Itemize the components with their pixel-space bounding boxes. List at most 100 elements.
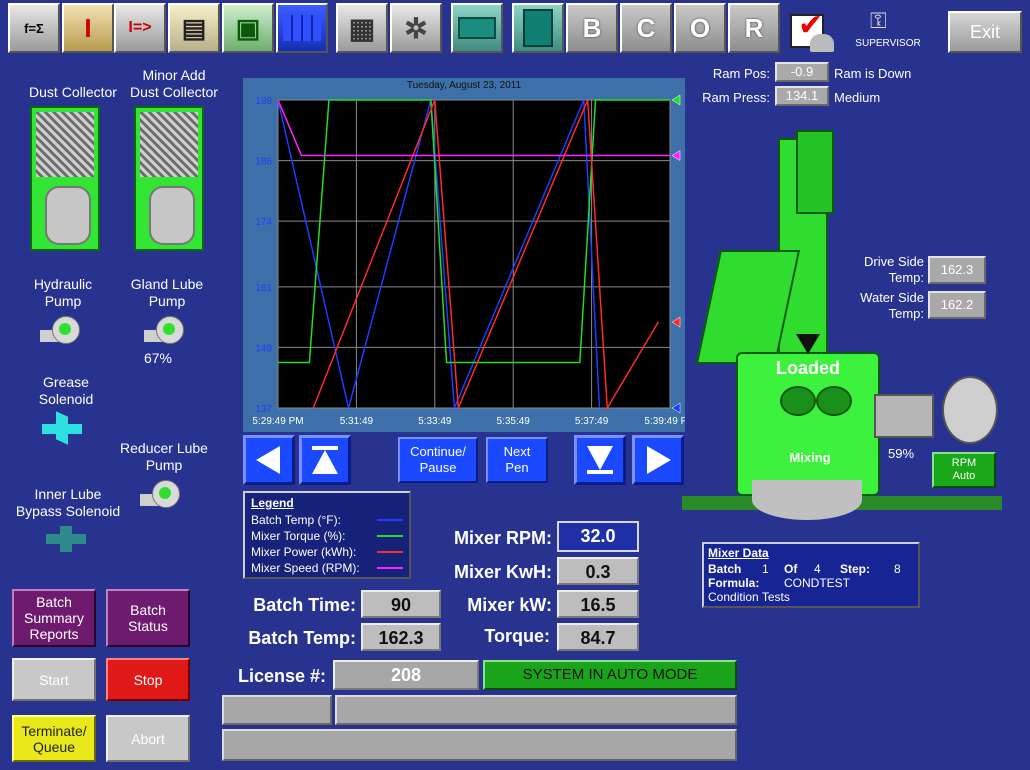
screen-button[interactable] bbox=[276, 3, 328, 53]
y-tick-label: 149 bbox=[255, 343, 272, 354]
x-tick-label: 5:33:49 bbox=[418, 416, 452, 427]
batch-status-button[interactable]: Batch Status bbox=[106, 589, 190, 647]
chart-svg: 198 186 174 161 149 1375:29:49 PM 5:31:49 5:33:… bbox=[252, 94, 685, 427]
motor-button[interactable] bbox=[451, 3, 503, 53]
clipboard-icon: ▤ bbox=[181, 12, 207, 43]
bottom-arrow-icon bbox=[587, 446, 613, 474]
stop-button[interactable]: Stop bbox=[106, 658, 190, 701]
letter-b-label: B bbox=[582, 12, 602, 43]
machine-icon: ▦ bbox=[348, 12, 376, 44]
gland-lube-pump-icon[interactable] bbox=[144, 316, 184, 344]
legend-item-label: Mixer Power (kWh): bbox=[251, 545, 357, 559]
reducer-lube-label: Reducer Lube Pump bbox=[120, 440, 208, 473]
letter-c-button[interactable]: C bbox=[620, 3, 672, 53]
scroll-bottom-button[interactable] bbox=[574, 435, 626, 485]
scroll-left-button[interactable] bbox=[243, 435, 295, 485]
terminate-queue-button[interactable]: Terminate/ Queue bbox=[12, 715, 96, 762]
letter-o-button[interactable]: O bbox=[674, 3, 726, 53]
hydraulic-pump-label: Hydraulic Pump bbox=[33, 276, 93, 309]
left-arrow-icon bbox=[256, 446, 280, 474]
series-end-marker bbox=[671, 316, 681, 328]
legend-item-label: Mixer Speed (RPM): bbox=[251, 561, 360, 575]
batch-summary-reports-button[interactable]: Batch Summary Reports bbox=[12, 589, 96, 647]
exit-button[interactable]: Exit bbox=[948, 11, 1022, 53]
step-label: Step: bbox=[840, 562, 870, 576]
of-label: Of bbox=[784, 562, 798, 576]
step-number: 8 bbox=[894, 562, 901, 576]
drive-side-temp-label: Drive Side Temp: bbox=[864, 254, 924, 285]
y-tick-label: 174 bbox=[255, 217, 272, 228]
letter-r-button[interactable]: R bbox=[728, 3, 780, 53]
x-tick-label: 5:39:49 PM bbox=[644, 416, 685, 427]
y-tick-label: 161 bbox=[255, 283, 272, 294]
rpm-auto-button[interactable]: RPM Auto bbox=[932, 452, 996, 488]
chart-legend: Legend Batch Temp (°F): Mixer Torque (%):… bbox=[243, 491, 411, 579]
supervisor-label: SUPERVISOR bbox=[855, 38, 921, 49]
status-box-3 bbox=[222, 729, 737, 761]
ram-pos-status: Ram is Down bbox=[834, 66, 912, 81]
saw-button[interactable]: ✲ bbox=[390, 3, 442, 53]
batch-label: Batch bbox=[708, 562, 742, 576]
formula-description: Condition Tests bbox=[708, 590, 790, 604]
letter-c-label: C bbox=[636, 12, 656, 43]
legend-title: Legend bbox=[251, 496, 294, 510]
clipboard-button[interactable]: ▤ bbox=[168, 3, 220, 53]
minor-add-dust-collector-unit[interactable] bbox=[134, 106, 204, 251]
mixer-rpm-value: 32.0 bbox=[557, 521, 639, 552]
report-button[interactable]: ▣ bbox=[222, 3, 274, 53]
checklist-icon[interactable]: ✔ bbox=[790, 8, 836, 54]
letter-r-label: R bbox=[744, 12, 764, 43]
next-pen-button[interactable]: Next Pen bbox=[486, 437, 548, 483]
supervisor-button[interactable]: ⚿ SUPERVISOR bbox=[848, 8, 928, 54]
motor-percent: 59% bbox=[887, 446, 915, 461]
input-button[interactable]: I=> bbox=[114, 3, 166, 53]
continue-pause-button[interactable]: Continue/ Pause bbox=[398, 437, 478, 483]
top-arrow-icon bbox=[312, 446, 338, 474]
scroll-top-button[interactable] bbox=[299, 435, 351, 485]
formula-value: CONDTEST bbox=[784, 576, 850, 590]
formula-icon: f=Σ bbox=[24, 20, 44, 36]
inner-lube-label: Inner Lube Bypass Solenoid bbox=[15, 486, 121, 519]
dust-collector-label: Dust Collector bbox=[29, 84, 117, 100]
grease-solenoid-label: Grease Solenoid bbox=[38, 374, 94, 407]
license-label: License #: bbox=[237, 666, 326, 686]
x-tick-label: 5:37:49 bbox=[575, 416, 609, 427]
start-button[interactable]: Start bbox=[12, 658, 96, 701]
letter-o-label: O bbox=[689, 12, 711, 43]
gland-lube-label: Gland Lube Pump bbox=[130, 276, 204, 309]
mixer-rpm-label: Mixer RPM: bbox=[453, 528, 552, 548]
letter-b-button[interactable]: B bbox=[566, 3, 618, 53]
mixer-kwh-value: 0.3 bbox=[557, 557, 639, 585]
minor-add-label: Minor Add Dust Collector bbox=[130, 67, 218, 100]
scroll-right-button[interactable] bbox=[632, 435, 684, 485]
dust-collector-unit[interactable] bbox=[30, 106, 100, 251]
x-tick-label: 5:35:49 bbox=[497, 416, 531, 427]
legend-item: Mixer Power (kWh): bbox=[251, 545, 407, 559]
grease-solenoid-icon[interactable] bbox=[42, 411, 84, 445]
gland-lube-percent: 67% bbox=[143, 350, 173, 366]
mixer-icon bbox=[523, 9, 553, 47]
machine-button[interactable]: ▦ bbox=[336, 3, 388, 53]
legend-item-label: Batch Temp (°F): bbox=[251, 513, 341, 527]
drive-side-temp-value: 162.3 bbox=[928, 256, 986, 284]
legend-item: Mixer Speed (RPM): bbox=[251, 561, 407, 575]
legend-swatch bbox=[377, 519, 403, 521]
series-end-marker bbox=[671, 94, 681, 106]
trend-chart: Tuesday, August 23, 2011 198 186 174 161 149… bbox=[243, 78, 685, 432]
inner-lube-solenoid-icon[interactable] bbox=[46, 526, 88, 554]
key-icon: ⚿ bbox=[870, 8, 887, 33]
formula-label: Formula: bbox=[708, 576, 760, 590]
mixer-data-panel: Mixer Data Batch 1 Of 4 Step: 8 Formula:… bbox=[702, 542, 920, 608]
hydraulic-pump-icon[interactable] bbox=[40, 316, 80, 344]
legend-swatch bbox=[377, 535, 403, 537]
reducer-lube-pump-icon[interactable] bbox=[140, 480, 180, 508]
recipe-button[interactable]: I bbox=[62, 3, 114, 53]
mixer-button[interactable] bbox=[512, 3, 564, 53]
license-value: 208 bbox=[333, 660, 479, 690]
formula-button[interactable]: f=Σ bbox=[8, 3, 60, 53]
y-tick-label: 137 bbox=[255, 404, 272, 415]
abort-button[interactable]: Abort bbox=[106, 715, 190, 762]
batch-time-label: Batch Time: bbox=[253, 595, 356, 615]
ram-press-label: Ram Press: bbox=[702, 90, 770, 105]
y-tick-label: 186 bbox=[255, 157, 272, 168]
